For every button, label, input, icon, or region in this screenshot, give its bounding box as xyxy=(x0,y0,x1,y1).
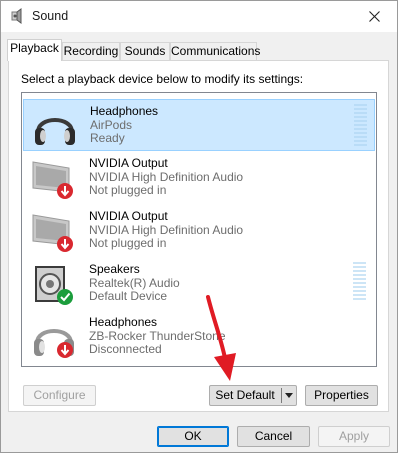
tab-sounds-label: Sounds xyxy=(124,44,166,58)
instruction-text: Select a playback device below to modify… xyxy=(21,72,304,86)
configure-button[interactable]: Configure xyxy=(23,385,96,406)
headphones-icon xyxy=(34,329,74,358)
device-item-headphones-zb-rocker[interactable]: Headphones ZB-Rocker ThunderStone Discon… xyxy=(23,311,375,363)
set-default-button[interactable]: Set Default xyxy=(209,385,297,406)
device-name: Speakers xyxy=(89,262,140,276)
properties-button-label: Properties xyxy=(314,388,369,402)
monitor-icon xyxy=(32,214,73,252)
device-driver: ZB-Rocker ThunderStone xyxy=(89,329,226,343)
device-driver: Realtek(R) Audio xyxy=(89,276,180,290)
apply-button-label: Apply xyxy=(338,429,370,443)
ok-button[interactable]: OK xyxy=(157,426,229,447)
close-icon xyxy=(368,11,380,22)
set-default-button-label: Set Default xyxy=(215,388,275,402)
device-status: Not plugged in xyxy=(89,236,167,250)
device-list[interactable]: Headphones AirPods Ready NVIDIA Output N… xyxy=(21,92,377,367)
device-driver: NVIDIA High Definition Audio xyxy=(89,223,244,237)
tab-communications-label: Communications xyxy=(171,44,261,58)
device-driver: AirPods xyxy=(90,118,133,132)
volume-meter xyxy=(354,104,367,148)
tab-communications[interactable]: Communications xyxy=(170,42,261,60)
chevron-down-icon xyxy=(285,393,293,398)
tab-recording-label: Recording xyxy=(63,44,119,58)
device-name: Headphones xyxy=(89,315,158,329)
device-item-headphones-airpods[interactable]: Headphones AirPods Ready xyxy=(23,99,375,151)
device-status: Default Device xyxy=(89,289,168,303)
sound-speaker-icon xyxy=(11,8,22,24)
set-default-dropdown[interactable] xyxy=(282,386,296,405)
ok-button-label: OK xyxy=(184,429,202,443)
cancel-button-label: Cancel xyxy=(254,429,293,443)
device-item-nvidia-output-2[interactable]: NVIDIA Output NVIDIA High Definition Aud… xyxy=(23,205,375,257)
monitor-icon xyxy=(32,161,73,199)
sound-dialog: Sound Playback Recording Sounds Communic… xyxy=(0,0,398,453)
headphones-icon xyxy=(35,118,75,145)
configure-button-label: Configure xyxy=(33,388,86,402)
speaker-icon xyxy=(35,266,73,305)
title-bar: Sound xyxy=(1,1,397,32)
device-status: Ready xyxy=(90,131,125,145)
tab-playback-label: Playback xyxy=(10,41,59,55)
device-driver: NVIDIA High Definition Audio xyxy=(89,170,244,184)
device-name: NVIDIA Output xyxy=(89,156,168,170)
device-name: NVIDIA Output xyxy=(89,209,168,223)
device-item-speakers[interactable]: Speakers Realtek(R) Audio Default Device xyxy=(23,258,375,310)
device-status: Disconnected xyxy=(89,342,162,356)
tab-playback[interactable]: Playback xyxy=(7,39,62,61)
tab-sounds[interactable]: Sounds xyxy=(120,42,170,60)
volume-meter xyxy=(353,262,366,302)
properties-button[interactable]: Properties xyxy=(305,385,378,406)
device-status: Not plugged in xyxy=(89,183,167,197)
tab-recording[interactable]: Recording xyxy=(62,42,120,60)
device-item-nvidia-output-1[interactable]: NVIDIA Output NVIDIA High Definition Aud… xyxy=(23,152,375,204)
device-name: Headphones xyxy=(90,104,159,118)
close-button[interactable] xyxy=(351,1,397,32)
apply-button[interactable]: Apply xyxy=(318,426,390,447)
window-title: Sound xyxy=(32,9,69,23)
cancel-button[interactable]: Cancel xyxy=(237,426,310,447)
